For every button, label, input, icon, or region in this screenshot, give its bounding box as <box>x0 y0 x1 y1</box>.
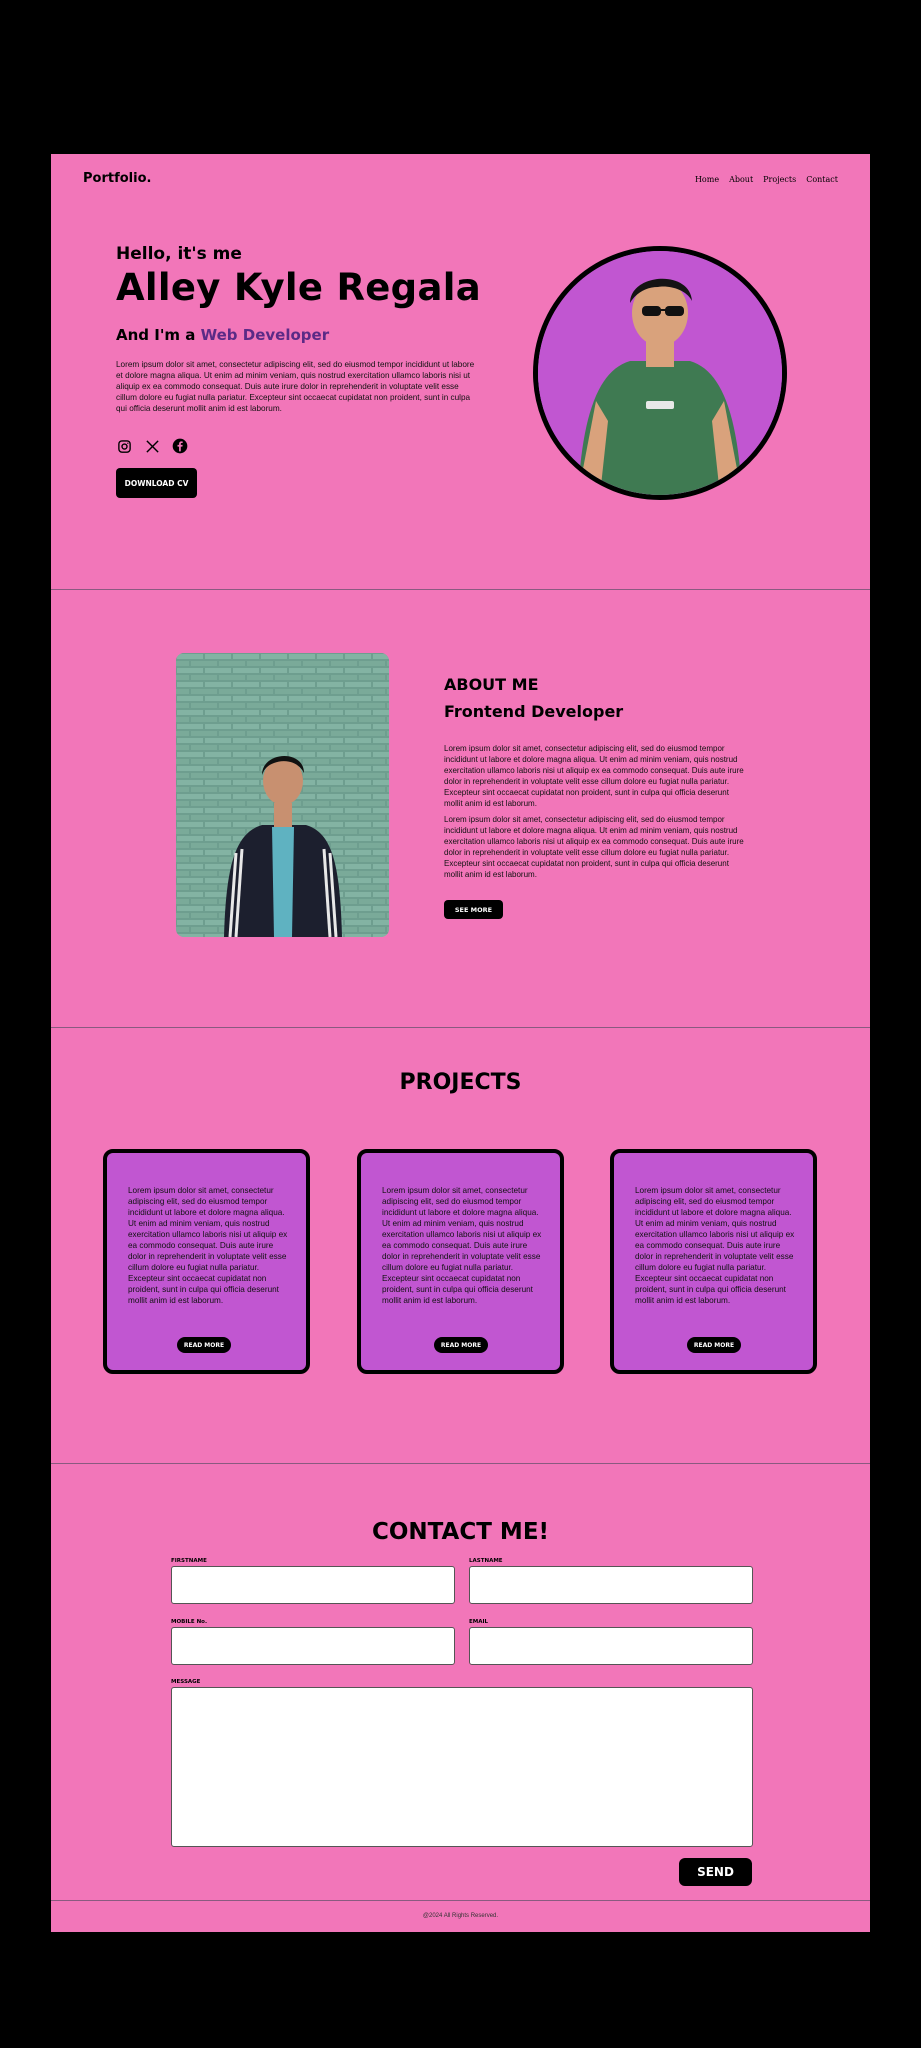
nav-link-home[interactable]: Home <box>695 175 719 184</box>
mobile-label: MOBILE No. <box>171 1619 208 1625</box>
project-card-3: Lorem ipsum dolor sit amet, consectetur … <box>610 1149 817 1374</box>
hero-role: And I'm a Web Developer <box>116 326 329 344</box>
instagram-icon[interactable] <box>116 438 132 454</box>
see-more-button[interactable]: SEE MORE <box>444 900 503 919</box>
message-textarea[interactable] <box>171 1687 753 1847</box>
projects-title: PROJECTS <box>399 1070 522 1095</box>
contact-title: CONTACT ME! <box>371 1519 550 1545</box>
footer-copyright: @2024 All Rights Reserved. <box>422 1913 499 1919</box>
lastname-input[interactable] <box>469 1566 753 1604</box>
read-more-button[interactable]: READ MORE <box>687 1337 741 1353</box>
about-paragraph-2: Lorem ipsum dolor sit amet, consectetur … <box>444 815 744 879</box>
contact-section: CONTACT ME! FIRSTNAME LASTNAME MOBILE No… <box>51 1464 870 1901</box>
facebook-icon[interactable] <box>172 438 188 454</box>
top-nav: Portfolio. Home About Projects Contact <box>51 154 870 204</box>
mobile-input[interactable] <box>171 1627 455 1665</box>
hero-description: Lorem ipsum dolor sit amet, consectetur … <box>116 360 475 413</box>
project-card-text: Lorem ipsum dolor sit amet, consectetur … <box>635 1186 795 1305</box>
portfolio-page: Portfolio. Home About Projects Contact H… <box>51 154 870 1932</box>
social-links <box>116 438 188 454</box>
nav-link-about[interactable]: About <box>729 175 753 184</box>
download-cv-button[interactable]: DOWNLOAD CV <box>116 468 197 498</box>
firstname-label: FIRSTNAME <box>171 1558 207 1564</box>
about-photo <box>176 653 389 937</box>
read-more-button[interactable]: READ MORE <box>434 1337 488 1353</box>
lastname-label: LASTNAME <box>469 1558 503 1564</box>
project-card-text: Lorem ipsum dolor sit amet, consectetur … <box>382 1186 542 1305</box>
hero-profile-photo <box>533 246 787 500</box>
read-more-button[interactable]: READ MORE <box>177 1337 231 1353</box>
hero-role-prefix: And I'm a <box>116 326 201 344</box>
footer: @2024 All Rights Reserved. <box>51 1901 870 1932</box>
email-label: EMAIL <box>469 1619 489 1625</box>
person-illustration <box>538 251 782 495</box>
logo[interactable]: Portfolio. <box>83 171 151 186</box>
about-paragraph-1: Lorem ipsum dolor sit amet, consectetur … <box>444 744 744 808</box>
brick-wall-person-illustration <box>176 653 389 937</box>
send-button[interactable]: SEND <box>679 1858 752 1886</box>
message-label: MESSAGE <box>171 1679 201 1685</box>
about-subtitle: Frontend Developer <box>444 702 624 721</box>
hero-section: Portfolio. Home About Projects Contact H… <box>51 154 870 590</box>
hero-name: Alley Kyle Regala <box>116 266 481 309</box>
project-card-text: Lorem ipsum dolor sit amet, consectetur … <box>128 1186 288 1305</box>
firstname-input[interactable] <box>171 1566 455 1604</box>
nav-links: Home About Projects Contact <box>695 175 838 184</box>
project-card-1: Lorem ipsum dolor sit amet, consectetur … <box>103 1149 310 1374</box>
nav-link-contact[interactable]: Contact <box>806 175 838 184</box>
email-input[interactable] <box>469 1627 753 1665</box>
project-card-2: Lorem ipsum dolor sit amet, consectetur … <box>357 1149 564 1374</box>
nav-link-projects[interactable]: Projects <box>763 175 796 184</box>
projects-section: PROJECTS Lorem ipsum dolor sit amet, con… <box>51 1028 870 1464</box>
hero-role-highlight: Web Developer <box>200 326 330 344</box>
x-icon[interactable] <box>144 438 160 454</box>
hero-greeting: Hello, it's me <box>116 244 242 264</box>
about-section: ABOUT ME Frontend Developer Lorem ipsum … <box>51 590 870 1028</box>
about-title: ABOUT ME <box>444 675 539 694</box>
